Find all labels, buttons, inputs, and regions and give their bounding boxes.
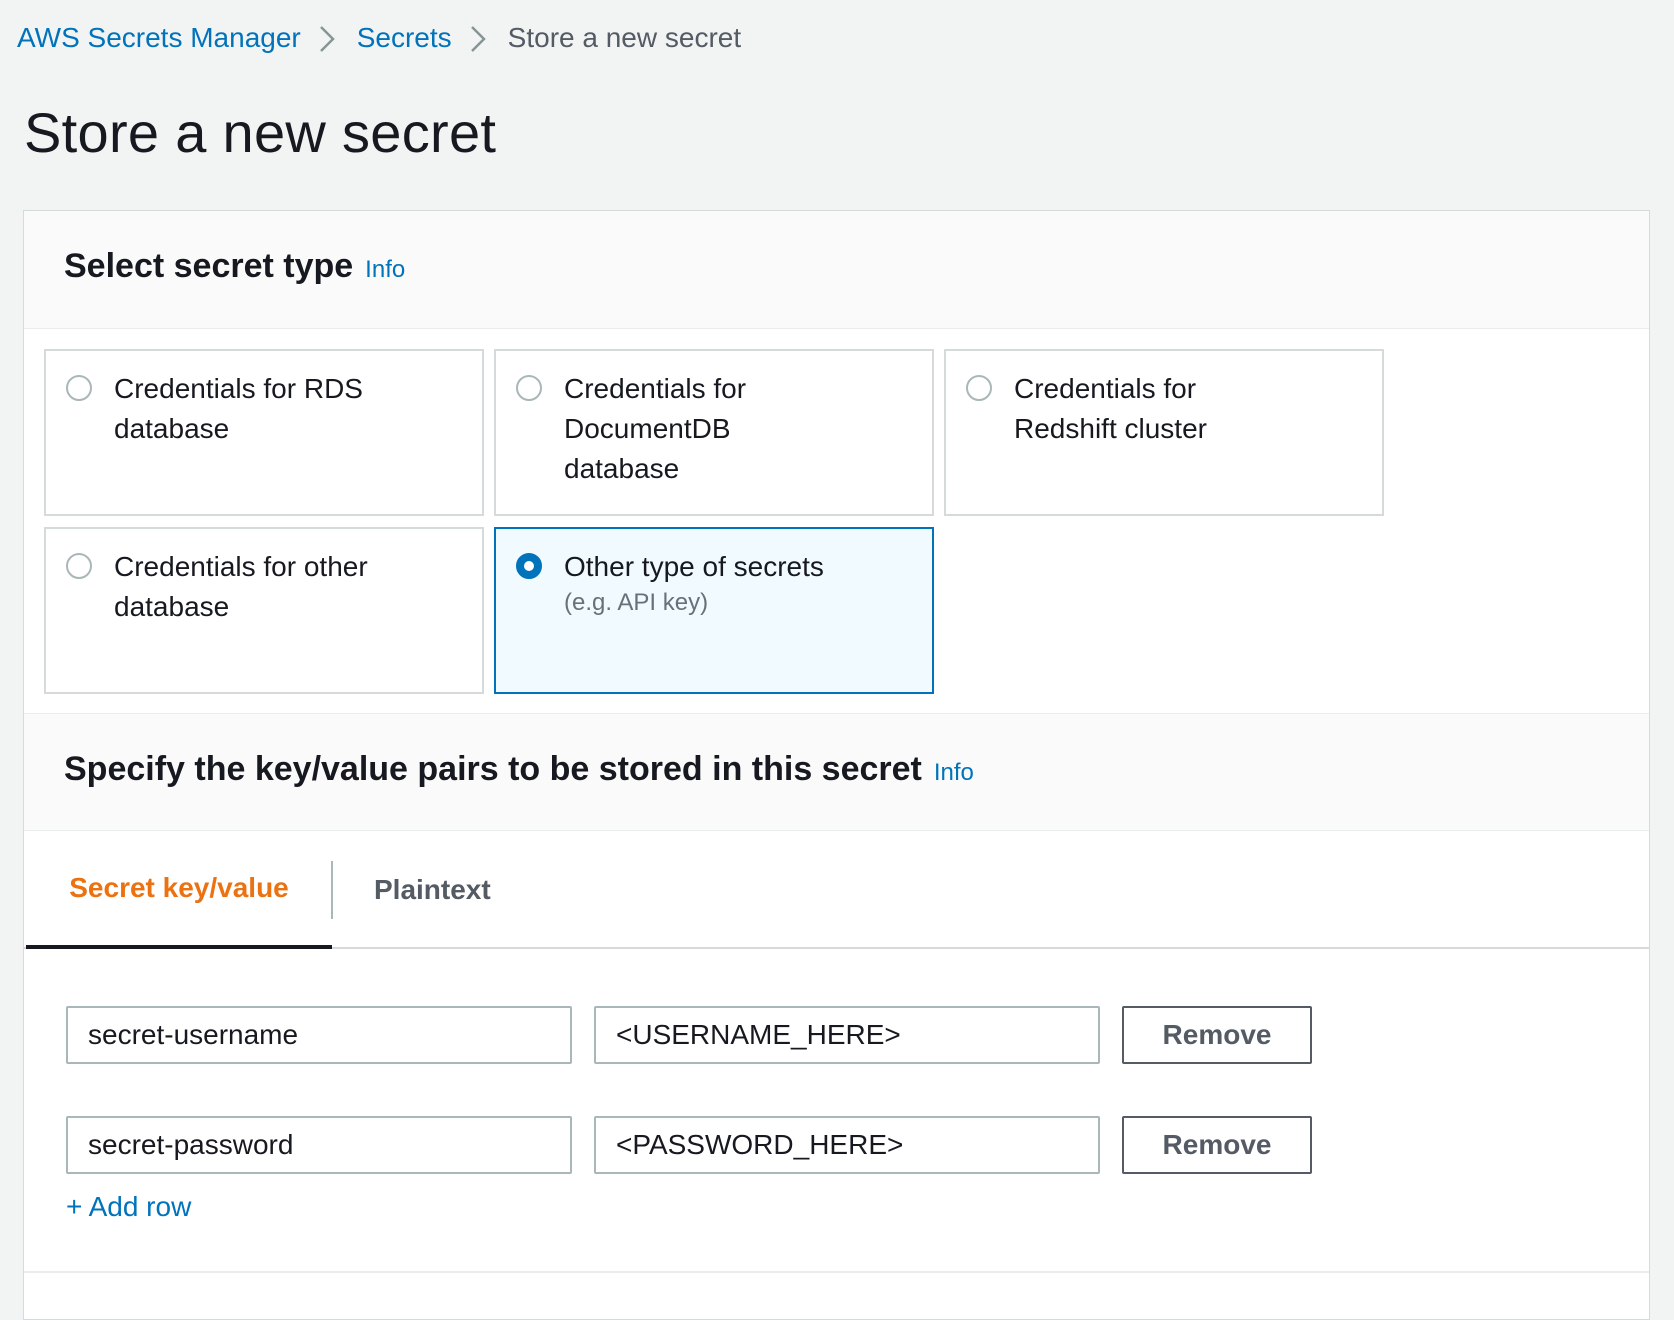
breadcrumb: AWS Secrets Manager Secrets Store a new …	[17, 18, 741, 58]
remove-button-row-1[interactable]: Remove	[1122, 1006, 1312, 1064]
breadcrumb-current: Store a new secret	[507, 22, 742, 53]
tile-documentdb-credentials[interactable]: Credentials for DocumentDB database	[494, 349, 934, 516]
tabs-bar: Secret key/value Plaintext	[24, 831, 1649, 949]
tile-label: Credentials for DocumentDB database	[564, 373, 747, 484]
tile-rds-credentials[interactable]: Credentials for RDS database	[44, 349, 484, 516]
tab-plaintext[interactable]: Plaintext	[374, 831, 491, 949]
value-input-row-1[interactable]	[594, 1006, 1100, 1064]
radio-button[interactable]	[966, 375, 992, 401]
tile-other-database-credentials[interactable]: Credentials for other database	[44, 527, 484, 694]
page-title: Store a new secret	[24, 101, 497, 164]
secret-form-panel: Select secret type Info Credentials for …	[23, 210, 1650, 1320]
add-row-link[interactable]: + Add row	[66, 1191, 191, 1223]
tile-label: Credentials for RDS database	[114, 373, 363, 444]
tile-label: Credentials for other database	[114, 551, 368, 622]
section-divider	[24, 1271, 1649, 1273]
breadcrumb-link-secrets[interactable]: Secrets	[357, 22, 452, 54]
key-input-row-1[interactable]	[66, 1006, 572, 1064]
kv-section-heading: Specify the key/value pairs to be stored…	[64, 750, 922, 788]
value-input-row-2[interactable]	[594, 1116, 1100, 1174]
radio-button[interactable]	[516, 375, 542, 401]
kv-section-header: Specify the key/value pairs to be stored…	[24, 713, 1649, 831]
tile-description: (e.g. API key)	[564, 589, 709, 616]
tile-label: Credentials for Redshift cluster	[1014, 373, 1207, 444]
secret-type-info-link[interactable]: Info	[365, 256, 405, 284]
tile-redshift-credentials[interactable]: Credentials for Redshift cluster	[944, 349, 1384, 516]
radio-button-selected[interactable]	[516, 553, 542, 579]
key-input-row-2[interactable]	[66, 1116, 572, 1174]
radio-button[interactable]	[66, 375, 92, 401]
radio-button[interactable]	[66, 553, 92, 579]
chevron-right-icon	[452, 18, 508, 58]
secret-type-heading: Select secret type	[64, 247, 354, 285]
tile-other-secret-type[interactable]: Other type of secrets (e.g. API key)	[494, 527, 934, 694]
tab-divider	[331, 861, 333, 919]
secret-type-header: Select secret type Info	[24, 211, 1649, 329]
kv-section-info-link[interactable]: Info	[934, 759, 974, 787]
tab-secret-key-value[interactable]: Secret key/value	[26, 831, 332, 949]
chevron-right-icon	[301, 18, 357, 58]
tile-label: Other type of secrets	[564, 551, 824, 582]
breadcrumb-link-secrets-manager[interactable]: AWS Secrets Manager	[17, 22, 301, 54]
remove-button-row-2[interactable]: Remove	[1122, 1116, 1312, 1174]
